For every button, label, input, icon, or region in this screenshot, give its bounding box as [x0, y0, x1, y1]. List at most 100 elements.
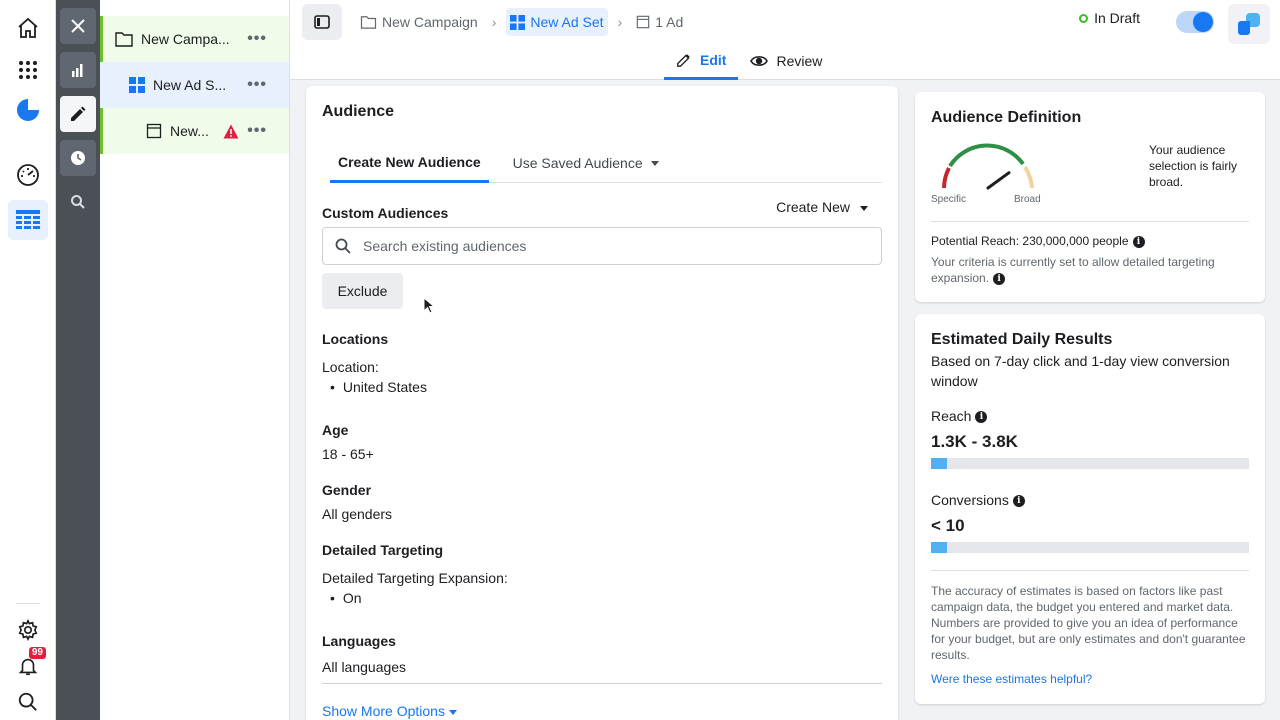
audience-tabs: Create New Audience Use Saved Audience: [330, 144, 882, 183]
locations-label: Locations: [322, 331, 389, 347]
audience-summary: Your audience selection is fairly broad.: [1149, 143, 1238, 189]
estimated-results-card: Estimated Daily Results Based on 7-day c…: [915, 314, 1265, 704]
detailed-targeting-label: Detailed Targeting: [322, 542, 444, 558]
tree-item-ad[interactable]: New... •••: [100, 108, 289, 154]
ad-page-icon: [146, 123, 162, 139]
info-icon[interactable]: i: [993, 272, 1006, 285]
ad-set-grid-icon: [510, 14, 526, 30]
age-value: 18 - 65+: [322, 446, 374, 462]
home-icon[interactable]: [8, 8, 48, 48]
tab-edit[interactable]: Edit: [664, 42, 739, 80]
apps-grid-icon[interactable]: [8, 50, 48, 90]
tree-item-adset[interactable]: New Ad S... •••: [100, 62, 289, 108]
reach-label: Reach i: [931, 408, 988, 424]
settings-gear-icon[interactable]: [8, 610, 48, 650]
languages-label: Languages: [322, 633, 396, 649]
reach-bar: [931, 458, 1249, 469]
more-options-icon[interactable]: •••: [247, 122, 267, 140]
tree-item-label: New...: [170, 123, 209, 139]
warning-icon: [223, 124, 239, 138]
info-icon[interactable]: i: [1132, 235, 1145, 248]
tab-label: Review: [776, 53, 823, 69]
breadcrumb-campaign[interactable]: New Campaign: [356, 8, 482, 36]
exclude-button[interactable]: Exclude: [322, 273, 403, 309]
sidebar-toggle-icon[interactable]: [302, 4, 342, 40]
caret-down-icon: [860, 205, 868, 211]
inspect-search-icon[interactable]: [60, 184, 96, 220]
tree-item-label: New Campa...: [141, 31, 230, 47]
breadcrumb-ad[interactable]: 1 Ad: [632, 8, 687, 36]
left-nav-rail: 99: [0, 0, 56, 720]
estimates-feedback-link[interactable]: Were these estimates helpful?: [931, 671, 1092, 687]
tab-use-saved-audience[interactable]: Use Saved Audience: [505, 144, 667, 182]
status-dot-icon: [1079, 13, 1089, 23]
app-switcher-icon[interactable]: [1228, 4, 1270, 44]
conversions-value: < 10: [931, 516, 965, 535]
more-options-icon[interactable]: •••: [247, 76, 267, 94]
edit-pencil-icon[interactable]: [60, 96, 96, 132]
expansion-value: On: [342, 590, 362, 606]
campaign-tree: New Campa... ••• New Ad S... ••• New... …: [100, 0, 290, 720]
create-new-dropdown[interactable]: Create New: [776, 199, 868, 215]
breadcrumb-label: New Ad Set: [530, 14, 604, 30]
tree-item-campaign[interactable]: New Campa... •••: [100, 16, 289, 62]
ad-set-grid-icon: [129, 77, 145, 93]
breadcrumb-label: New Campaign: [382, 14, 478, 30]
location-sublabel: Location:: [322, 359, 379, 375]
folder-icon: [360, 16, 377, 29]
dashboard-gauge-icon[interactable]: [8, 155, 48, 195]
breadcrumb-adset[interactable]: New Ad Set: [506, 8, 608, 36]
notifications-bell-icon[interactable]: 99: [8, 646, 48, 686]
metric-label: Conversions: [931, 492, 1009, 508]
notification-count-badge: 99: [28, 647, 46, 659]
close-icon[interactable]: [60, 8, 96, 44]
search-icon: [335, 238, 351, 254]
mouse-cursor-icon: [423, 297, 435, 314]
conversions-bar: [931, 542, 1249, 553]
publish-toggle[interactable]: [1176, 11, 1214, 33]
conversions-label: Conversions i: [931, 492, 1025, 508]
show-more-options-link[interactable]: Show More Options: [322, 703, 457, 719]
audience-card: Audience Create New Audience Use Saved A…: [306, 86, 898, 720]
ads-manager-table-icon[interactable]: [8, 200, 48, 240]
rail-divider: [16, 603, 40, 604]
toggle-knob: [1193, 12, 1213, 32]
bar-chart-icon[interactable]: [60, 52, 96, 88]
breadcrumb: New Campaign › New Ad Set › 1 Ad: [356, 8, 687, 36]
potential-reach-text: Potential Reach: 230,000,000 people: [931, 234, 1129, 248]
chevron-right-icon: ›: [491, 14, 497, 30]
info-icon[interactable]: i: [975, 411, 988, 424]
search-icon[interactable]: [8, 682, 48, 720]
search-input[interactable]: [363, 238, 843, 254]
audience-gauge: [942, 143, 1034, 190]
caret-down-icon: [448, 709, 457, 715]
tab-create-new-audience[interactable]: Create New Audience: [330, 144, 489, 183]
card-divider: [931, 221, 1249, 222]
attribution-window: Based on 7-day click and 1-day view conv…: [931, 353, 1230, 389]
metric-label: Reach: [931, 408, 972, 424]
eye-icon: [750, 56, 769, 66]
card-divider: [931, 570, 1249, 571]
dropdown-label: Create New: [776, 199, 850, 215]
gender-label: Gender: [322, 482, 372, 498]
tab-label: Use Saved Audience: [512, 155, 643, 171]
reach-value: 1.3K - 3.8K: [931, 432, 1018, 451]
expansion-sublabel: Detailed Targeting Expansion:: [322, 570, 508, 586]
edit-pencil-icon: [677, 53, 690, 67]
info-icon[interactable]: i: [1012, 495, 1025, 508]
section-title: Audience: [322, 103, 395, 120]
audience-definition-card: Audience Definition Specific Broad Your …: [915, 92, 1265, 302]
chevron-right-icon: ›: [617, 14, 623, 30]
link-label: Show More Options: [322, 703, 445, 719]
section-divider: [322, 683, 882, 684]
draft-status: In Draft: [1079, 10, 1140, 26]
tab-review[interactable]: Review: [738, 42, 834, 80]
history-clock-icon[interactable]: [60, 140, 96, 176]
status-label: In Draft: [1094, 10, 1140, 26]
custom-audiences-label: Custom Audiences: [322, 205, 449, 221]
pie-chart-icon[interactable]: [8, 90, 48, 130]
estimates-disclaimer: The accuracy of estimates is based on fa…: [931, 584, 1246, 662]
gauge-left-label: Specific: [931, 194, 967, 205]
conversions-bar-fill: [931, 542, 947, 553]
more-options-icon[interactable]: •••: [247, 30, 267, 48]
